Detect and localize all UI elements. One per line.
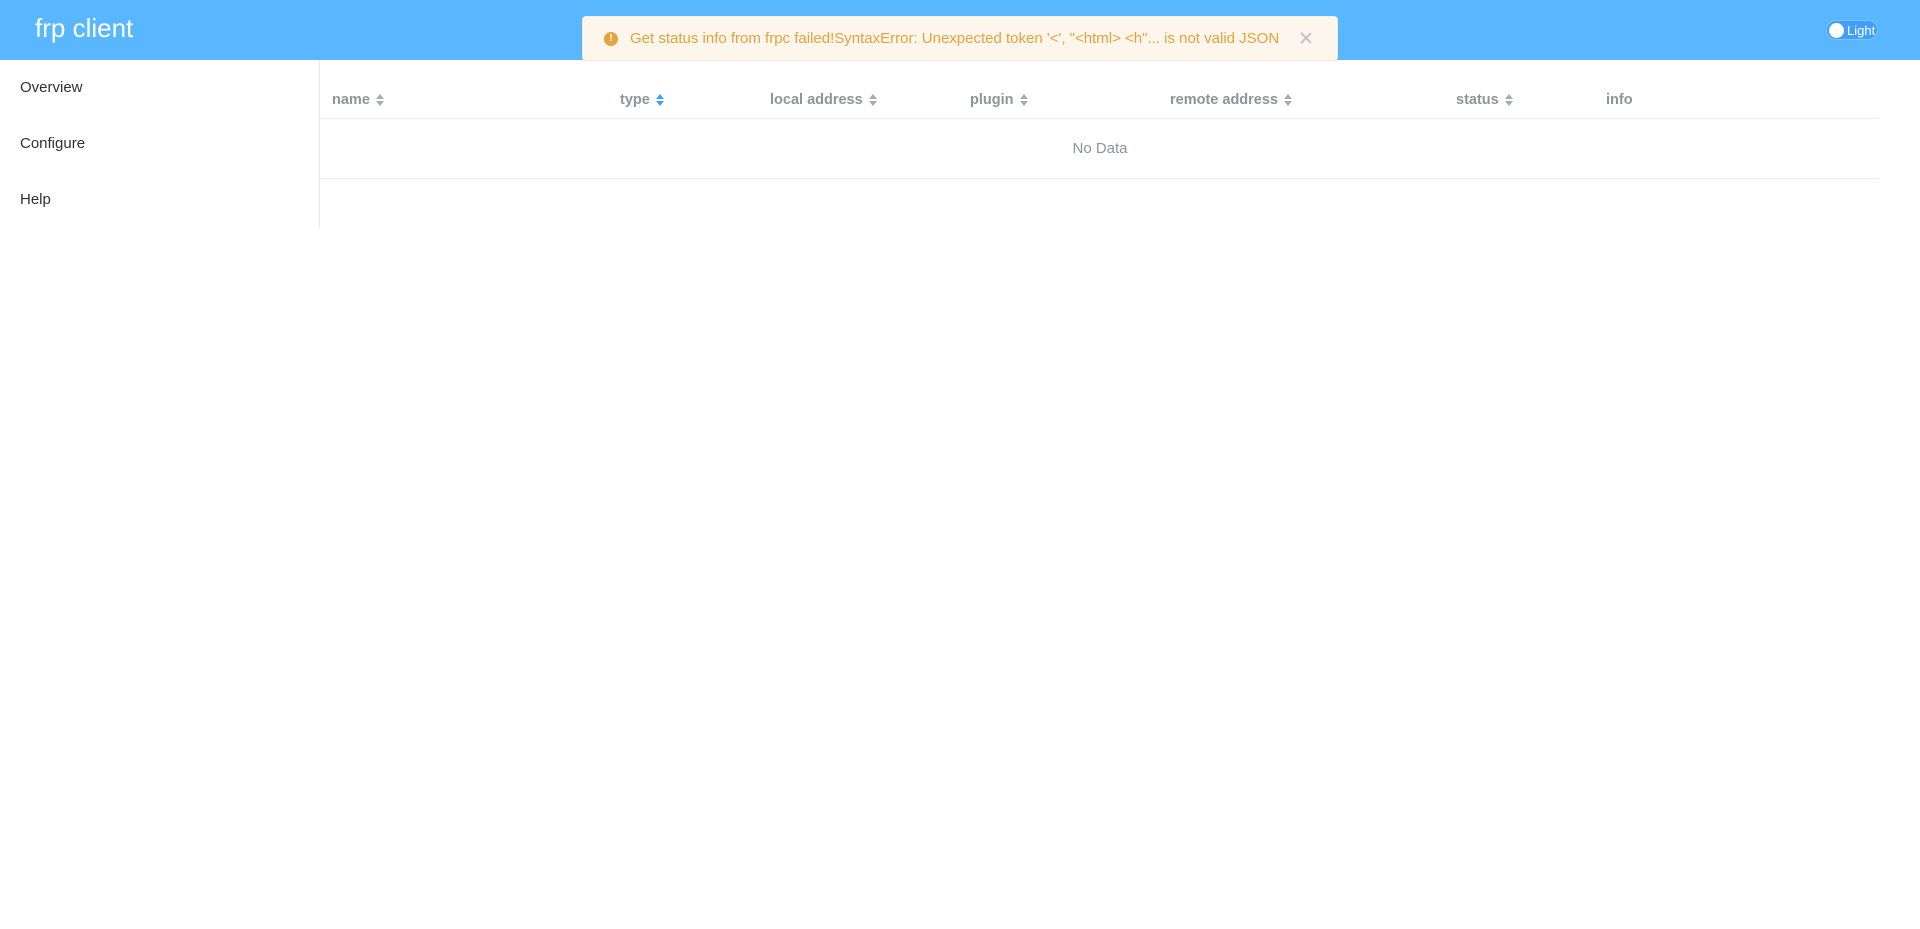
column-label: plugin [970,92,1014,108]
column-label: name [332,92,370,108]
proxy-table: name type local address plugin remote ad… [320,81,1880,179]
sidebar-item-overview[interactable]: Overview [0,60,319,116]
warning-message-text: Get status info from frpc failed!SyntaxE… [630,30,1280,47]
table-header: name type local address plugin remote ad… [320,81,1880,119]
sidebar-menu: Overview Configure Help [0,60,320,228]
app-title: frp client [35,13,134,43]
column-header-name[interactable]: name [332,81,384,119]
sort-caret-icon[interactable] [868,93,877,107]
column-header-info: info [1606,81,1633,119]
column-label: type [620,92,650,108]
sort-caret-icon[interactable] [1019,93,1028,107]
table-empty-state: No Data [320,119,1880,179]
column-header-remote-address[interactable]: remote address [1170,81,1292,119]
sidebar-item-help[interactable]: Help [0,172,319,228]
sort-caret-icon[interactable] [1284,93,1292,107]
column-label: local address [770,92,863,108]
close-icon[interactable] [1297,29,1315,47]
sort-caret-icon[interactable] [655,93,664,107]
column-header-status[interactable]: status [1456,81,1513,119]
warning-message: ! Get status info from frpc failed!Synta… [582,16,1338,61]
theme-toggle-label: Light [1847,23,1876,38]
theme-toggle[interactable]: Light [1826,20,1878,40]
column-header-local-address[interactable]: local address [770,81,877,119]
sort-caret-icon[interactable] [375,93,384,107]
warning-icon: ! [604,31,618,46]
sort-caret-icon[interactable] [1504,93,1513,107]
column-label: status [1456,92,1499,108]
column-header-type[interactable]: type [620,81,664,119]
column-label: remote address [1170,92,1278,108]
column-label: info [1606,92,1633,108]
column-header-plugin[interactable]: plugin [970,81,1028,119]
toggle-knob [1829,23,1844,38]
sidebar-item-configure[interactable]: Configure [0,116,319,172]
